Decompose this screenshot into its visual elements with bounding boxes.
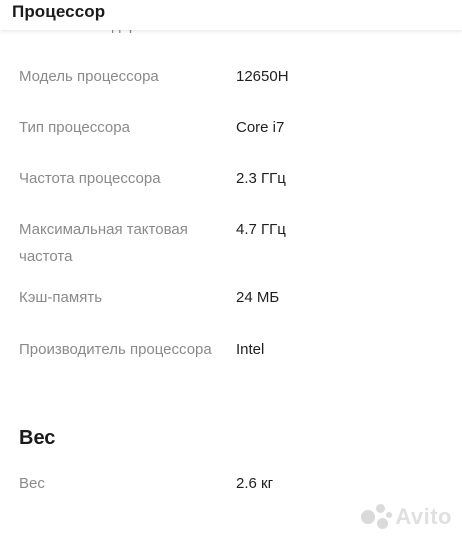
spec-value: 2.6 кг [236, 475, 274, 492]
spec-value: Core i7 [236, 119, 285, 136]
spec-label: Частота процессора [19, 170, 161, 187]
avito-watermark: Avito [361, 504, 452, 530]
spec-value: 24 МБ [236, 289, 280, 306]
spec-label: Модель процессора [19, 68, 159, 85]
spec-label: Тип процессора [19, 119, 130, 136]
avito-logo-icon [361, 504, 393, 530]
section-title-processor: Процессор [12, 2, 106, 21]
spec-value: 12650H [236, 68, 289, 85]
spec-value: 4.7 ГГц [236, 221, 286, 238]
section-title-weight: Вес [19, 427, 56, 449]
spec-value: 2.3 ГГц [236, 170, 286, 187]
watermark-text: Avito [395, 504, 452, 529]
spec-value: Intel [236, 341, 265, 358]
spec-label: Кэш-память [19, 289, 103, 306]
spec-label: Максимальная тактовая частота [19, 221, 188, 265]
spec-label: Вес [19, 475, 45, 492]
spec-label: Производитель процессора [19, 341, 212, 358]
specs-page: Процессор Количество ядер 10 Модель проц… [0, 0, 462, 540]
sticky-section-header: Процессор [0, 0, 462, 30]
